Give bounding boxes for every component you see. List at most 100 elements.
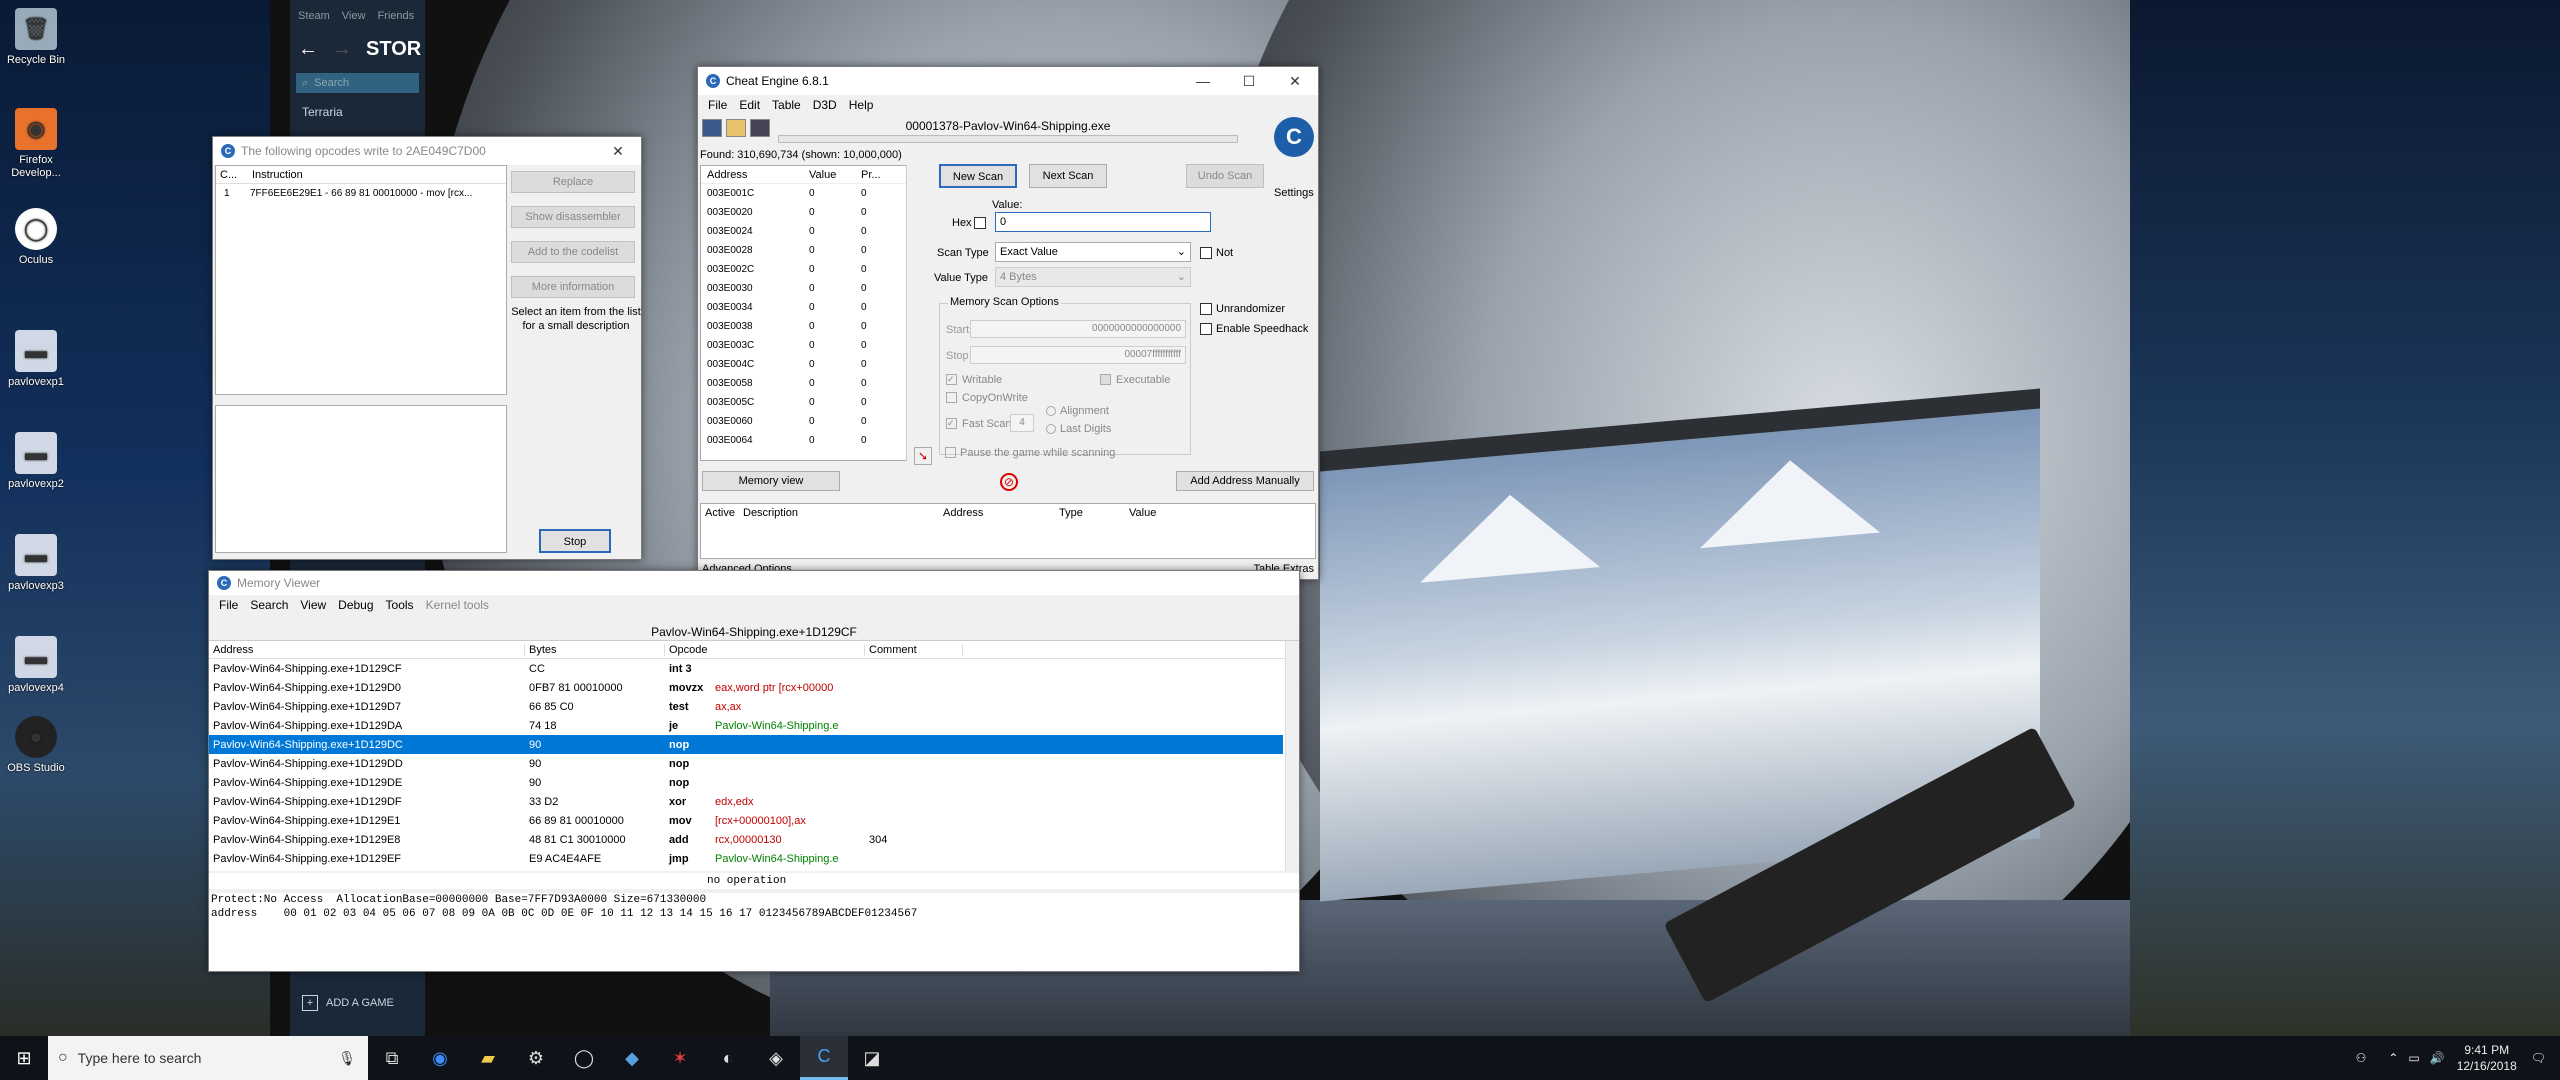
desktop-icon-pavlovexp3[interactable]: ▬ pavlovexp3 (0, 534, 72, 593)
add-game-button[interactable]: ADD A GAME (326, 997, 394, 1009)
table-row[interactable]: 003E004C 0 0 (701, 355, 911, 374)
new-scan-button[interactable]: New Scan (939, 164, 1017, 188)
tcol-address[interactable]: Address (943, 507, 1059, 519)
col-value[interactable]: Value (809, 169, 861, 181)
steam-menu-view[interactable]: View (342, 10, 366, 22)
maximize-icon[interactable]: ☐ (1226, 67, 1272, 95)
steam-menu-steam[interactable]: Steam (298, 10, 330, 22)
stop-input[interactable]: 00007fffffffffff (970, 346, 1186, 364)
close-icon[interactable]: ✕ (1272, 67, 1318, 95)
steam-search-input[interactable]: Search (314, 77, 349, 89)
desktop-icon-obs-studio[interactable]: ● OBS Studio (0, 716, 72, 775)
disasm-row[interactable]: Pavlov-Win64-Shipping.exe+1D129E8 48 81 C… (209, 830, 1283, 849)
undo-scan-button[interactable]: Undo Scan (1186, 164, 1264, 188)
file-explorer-icon[interactable]: ▰ (464, 1036, 512, 1080)
oculus-icon[interactable]: ◯ (560, 1036, 608, 1080)
clock-time[interactable]: 9:41 PM (2457, 1042, 2517, 1058)
settings-label[interactable]: Settings (1274, 187, 1314, 199)
value-input[interactable]: 0 (995, 212, 1211, 232)
menu-table[interactable]: Table (766, 98, 807, 112)
table-row[interactable]: 003E001C 0 0 (701, 184, 911, 203)
tcol-value[interactable]: Value (1129, 507, 1156, 519)
menu-file[interactable]: File (702, 98, 733, 112)
col-previous[interactable]: Pr... (861, 169, 881, 181)
replace-button[interactable]: Replace (511, 171, 635, 193)
red-arrow-icon[interactable]: ➘ (914, 447, 932, 465)
mv-menu-file[interactable]: File (213, 598, 244, 612)
taskbar-search-input[interactable]: Type here to search (78, 1050, 339, 1066)
disasm-row[interactable]: Pavlov-Win64-Shipping.exe+1D129F4C3ret (209, 868, 1283, 871)
desktop-icon-oculus[interactable]: ◯ Oculus (0, 208, 72, 267)
app2-icon[interactable]: ◈ (752, 1036, 800, 1080)
tcol-type[interactable]: Type (1059, 507, 1129, 519)
table-row[interactable]: 003E0020 0 0 (701, 203, 911, 222)
close-icon[interactable]: ✕ (595, 137, 641, 165)
microphone-icon[interactable]: 🎙 (338, 1050, 356, 1067)
table-row[interactable]: 003E0024 0 0 (701, 222, 911, 241)
disasm-row[interactable]: Pavlov-Win64-Shipping.exe+1D129E1 66 89 8… (209, 811, 1283, 830)
speedhack-checkbox[interactable] (1200, 323, 1212, 335)
library-item[interactable]: Terraria (290, 99, 425, 125)
table-row[interactable]: 003E0030 0 0 (701, 279, 911, 298)
ce-logo-icon[interactable]: C (1274, 117, 1314, 157)
table-row[interactable]: 003E0038 0 0 (701, 317, 911, 336)
value-type-select[interactable]: 4 Bytes ⌄ (995, 267, 1191, 287)
back-arrow-icon[interactable]: ← (298, 38, 318, 61)
stop-button[interactable]: Stop (539, 529, 611, 553)
writable-checkbox[interactable]: ✓ (946, 374, 957, 385)
add-to-codelist-button[interactable]: Add to the codelist (511, 241, 635, 263)
mv-col-opcode[interactable]: Opcode (665, 643, 865, 656)
steam-icon[interactable]: ◐ (704, 1036, 752, 1080)
add-address-manually-button[interactable]: Add Address Manually (1176, 471, 1314, 491)
col-instruction[interactable]: Instruction (246, 169, 303, 181)
disasm-row[interactable]: Pavlov-Win64-Shipping.exe+1D129DC 90 nop (209, 735, 1283, 754)
disasm-scrollbar[interactable] (1285, 641, 1299, 871)
volume-icon[interactable]: 🔊 (2430, 1051, 2445, 1065)
memory-view-button[interactable]: Memory view (702, 471, 840, 491)
minimize-icon[interactable]: — (1180, 67, 1226, 95)
list-item[interactable]: 1 7FF6EE6E29E1 - 66 89 81 00010000 - mov… (216, 184, 506, 202)
forward-arrow-icon[interactable]: → (332, 38, 352, 61)
table-row[interactable]: 003E003C 0 0 (701, 336, 911, 355)
disasm-row[interactable]: Pavlov-Win64-Shipping.exe+1D129DD 90 nop (209, 754, 1283, 773)
disasm-row[interactable]: Pavlov-Win64-Shipping.exe+1D129CF CC int 3 (209, 659, 1283, 678)
fastscan-checkbox[interactable]: ✓ (946, 418, 957, 429)
scroll-arrow[interactable] (906, 165, 920, 461)
menu-d3d[interactable]: D3D (807, 98, 843, 112)
mv-menu-debug[interactable]: Debug (332, 598, 379, 612)
open-file-icon[interactable] (726, 119, 746, 137)
tcol-description[interactable]: Description (743, 507, 943, 519)
not-checkbox[interactable] (1200, 247, 1212, 259)
disasm-row[interactable]: Pavlov-Win64-Shipping.exe+1D129D7 66 85 C… (209, 697, 1283, 716)
taskbar-search[interactable]: ○ Type here to search 🎙 (48, 1036, 368, 1080)
col-count[interactable]: C... (216, 169, 246, 181)
clock-date[interactable]: 12/16/2018 (2457, 1058, 2517, 1074)
settings-gear-icon[interactable]: ⚙ (512, 1036, 560, 1080)
table-row[interactable]: 003E0060 0 0 (701, 412, 911, 431)
mv-col-address[interactable]: Address (209, 643, 525, 656)
desktop-icon-pavlovexp4[interactable]: ▬ pavlovexp4 (0, 636, 72, 695)
desktop-icon-pavlovexp1[interactable]: ▬ pavlovexp1 (0, 330, 72, 389)
disasm-row[interactable]: Pavlov-Win64-Shipping.exe+1D129EF E9 AC4E… (209, 849, 1283, 868)
executable-checkbox[interactable] (1100, 374, 1111, 385)
disasm-row[interactable]: Pavlov-Win64-Shipping.exe+1D129D0 0FB7 81… (209, 678, 1283, 697)
col-address[interactable]: Address (701, 169, 809, 181)
unrandomizer-checkbox[interactable] (1200, 303, 1212, 315)
disasm-row[interactable]: Pavlov-Win64-Shipping.exe+1D129DF 33 D2 xo… (209, 792, 1283, 811)
table-row[interactable]: 003E0058 0 0 (701, 374, 911, 393)
table-row[interactable]: 003E005C 0 0 (701, 393, 911, 412)
menu-help[interactable]: Help (843, 98, 880, 112)
mv-menu-view[interactable]: View (294, 598, 332, 612)
save-icon[interactable] (750, 119, 770, 137)
firefox-icon[interactable]: ◉ (416, 1036, 464, 1080)
disasm-row[interactable]: Pavlov-Win64-Shipping.exe+1D129DE 90 nop (209, 773, 1283, 792)
stop-icon[interactable]: ⊘ (1000, 473, 1018, 491)
alignment-radio[interactable] (1046, 406, 1056, 416)
table-row[interactable]: 003E002C 0 0 (701, 260, 911, 279)
game-icon[interactable]: ✶ (656, 1036, 704, 1080)
chevron-up-icon[interactable]: ⌃ (2388, 1051, 2398, 1065)
people-icon[interactable]: ⚇ (2356, 1051, 2367, 1065)
desktop-icon-recycle-bin[interactable]: 🗑 Recycle Bin (0, 8, 72, 67)
hex-checkbox[interactable] (974, 217, 986, 229)
mv-menu-tools[interactable]: Tools (380, 598, 420, 612)
